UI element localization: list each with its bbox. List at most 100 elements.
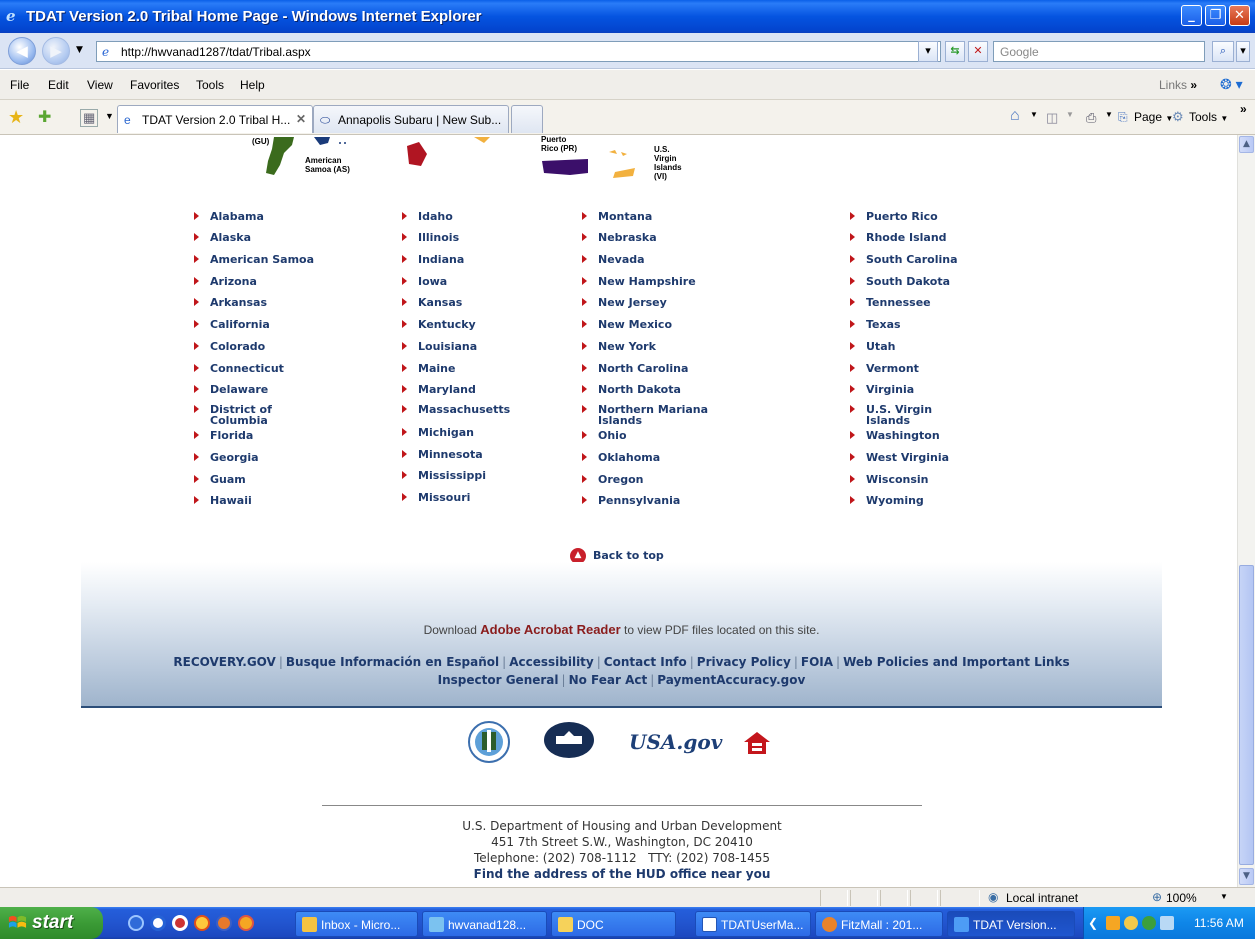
state-link[interactable]: Kentucky: [402, 319, 476, 330]
state-link[interactable]: Puerto Rico: [850, 211, 938, 222]
hud-seal-logo[interactable]: [467, 720, 511, 764]
state-link[interactable]: Montana: [582, 211, 652, 222]
url-dropdown-button[interactable]: ▾: [918, 41, 938, 62]
state-link[interactable]: Wisconsin: [850, 474, 929, 485]
state-link[interactable]: Rhode Island: [850, 232, 947, 243]
state-link[interactable]: California: [194, 319, 270, 330]
taskbar-item-fitzmall[interactable]: FitzMall : 201...: [815, 911, 943, 937]
state-link[interactable]: Virginia: [850, 384, 914, 395]
search-options-icon[interactable]: ▾: [1236, 41, 1250, 62]
state-link[interactable]: Oklahoma: [582, 452, 660, 463]
state-link[interactable]: Tennessee: [850, 297, 931, 308]
footer-link[interactable]: FOIA: [801, 655, 833, 669]
taskbar-item-doc[interactable]: DOC: [551, 911, 676, 937]
quick-tabs-icon[interactable]: ▦: [80, 109, 99, 127]
taskbar-item-tdat-version[interactable]: TDAT Version...: [947, 911, 1075, 937]
search-input[interactable]: Google: [993, 41, 1205, 62]
state-link[interactable]: New Jersey: [582, 297, 667, 308]
tab-list-dropdown-icon[interactable]: ▼: [105, 111, 114, 121]
state-link[interactable]: Nevada: [582, 254, 645, 265]
zoom-level[interactable]: 100%: [1166, 891, 1197, 905]
american-samoa-shape[interactable]: [312, 135, 352, 147]
tab-tdat[interactable]: e TDAT Version 2.0 Tribal H... ✕: [117, 105, 313, 133]
history-dropdown-icon[interactable]: ▼: [76, 45, 83, 55]
state-link[interactable]: Hawaii: [194, 495, 252, 506]
state-link[interactable]: North Dakota: [582, 384, 681, 395]
tools-menu-button[interactable]: Tools ▼: [1189, 110, 1228, 124]
state-link[interactable]: Louisiana: [402, 341, 477, 352]
footer-link[interactable]: Busque Información en Español: [286, 655, 499, 669]
footer-link[interactable]: Contact Info: [604, 655, 687, 669]
ie-menu-icon[interactable]: ❂ ▾: [1220, 76, 1243, 93]
state-link[interactable]: South Dakota: [850, 276, 950, 287]
state-link[interactable]: Oregon: [582, 474, 644, 485]
equal-housing-icon[interactable]: [742, 730, 772, 756]
state-link[interactable]: Colorado: [194, 341, 265, 352]
vertical-scrollbar[interactable]: ▲ ▼: [1237, 135, 1255, 887]
footer-link[interactable]: Inspector General: [438, 673, 559, 687]
footer-link[interactable]: PaymentAccuracy.gov: [657, 673, 805, 687]
state-link[interactable]: District of Columbia: [194, 404, 300, 426]
print-dropdown-icon[interactable]: ▼: [1105, 110, 1113, 119]
window-title-bar[interactable]: e TDAT Version 2.0 Tribal Home Page - Wi…: [0, 0, 1255, 33]
state-link[interactable]: Idaho: [402, 211, 453, 222]
guam-shape[interactable]: [262, 135, 302, 177]
taskbar-item-tdatuserma[interactable]: TDATUserMa...: [695, 911, 811, 937]
footer-link[interactable]: RECOVERY.GOV: [173, 655, 275, 669]
menu-tools[interactable]: Tools: [196, 78, 224, 92]
footer-link[interactable]: Privacy Policy: [697, 655, 791, 669]
ie-quicklaunch-icon[interactable]: [128, 915, 144, 931]
state-link[interactable]: West Virginia: [850, 452, 949, 463]
virgin-islands-shape[interactable]: [605, 148, 645, 188]
state-link[interactable]: Pennsylvania: [582, 495, 680, 506]
state-link[interactable]: Arizona: [194, 276, 257, 287]
state-link[interactable]: Maryland: [402, 384, 476, 395]
state-link[interactable]: Guam: [194, 474, 246, 485]
app-quicklaunch-icon[interactable]: [238, 915, 254, 931]
state-link[interactable]: Missouri: [402, 492, 470, 503]
zoom-dropdown-icon[interactable]: ▼: [1220, 892, 1228, 901]
scroll-up-arrow-icon[interactable]: ▲: [1239, 136, 1254, 153]
feeds-icon[interactable]: ◫: [1046, 110, 1058, 126]
usa-gov-logo[interactable]: USA.gov: [629, 730, 722, 754]
feeds-dropdown-icon[interactable]: ▼: [1066, 110, 1074, 119]
white-house-logo[interactable]: [542, 720, 596, 760]
state-link[interactable]: Washington: [850, 430, 940, 441]
state-link[interactable]: Minnesota: [402, 449, 483, 460]
security-zone-label[interactable]: Local intranet: [1006, 891, 1078, 905]
menu-file[interactable]: File: [10, 78, 29, 92]
outlook-quicklaunch-icon[interactable]: [194, 915, 210, 931]
state-link[interactable]: Texas: [850, 319, 901, 330]
footer-link[interactable]: Web Policies and Important Links: [843, 655, 1070, 669]
puerto-rico-shape[interactable]: [540, 155, 590, 177]
state-link[interactable]: Florida: [194, 430, 253, 441]
start-button[interactable]: start: [0, 907, 103, 939]
state-link[interactable]: New York: [582, 341, 656, 352]
menu-view[interactable]: View: [87, 78, 113, 92]
tab-subaru[interactable]: ⬭ Annapolis Subaru | New Sub...: [313, 105, 509, 133]
desktop-quicklaunch-icon[interactable]: [150, 915, 166, 931]
state-link[interactable]: Ohio: [582, 430, 627, 441]
search-icon[interactable]: ⌕: [1212, 41, 1234, 62]
add-favorites-icon[interactable]: ✚: [38, 107, 51, 127]
find-hud-office-link[interactable]: Find the address of the HUD office near …: [322, 866, 922, 882]
state-link[interactable]: Indiana: [402, 254, 464, 265]
state-link[interactable]: New Mexico: [582, 319, 672, 330]
state-link[interactable]: U.S. Virgin Islands: [850, 404, 946, 426]
state-link[interactable]: Michigan: [402, 427, 474, 438]
menu-favorites[interactable]: Favorites: [130, 78, 179, 92]
favorites-star-icon[interactable]: ★: [8, 107, 24, 128]
state-link[interactable]: Delaware: [194, 384, 268, 395]
state-link[interactable]: South Carolina: [850, 254, 958, 265]
taskbar-item-inbox[interactable]: Inbox - Micro...: [295, 911, 418, 937]
tray-app-icon[interactable]: [1106, 916, 1120, 930]
stop-icon[interactable]: ✕: [968, 41, 988, 62]
refresh-icon[interactable]: ⇆: [945, 41, 965, 62]
taskbar-item-hwvanad[interactable]: hwvanad128...: [422, 911, 547, 937]
forward-arrow-icon[interactable]: ▶: [42, 37, 70, 65]
minimize-button[interactable]: _: [1181, 5, 1202, 26]
tray-network-icon[interactable]: [1160, 916, 1174, 930]
close-tab-icon[interactable]: ✕: [296, 112, 306, 126]
state-link[interactable]: North Carolina: [582, 363, 688, 374]
menu-help[interactable]: Help: [240, 78, 265, 92]
